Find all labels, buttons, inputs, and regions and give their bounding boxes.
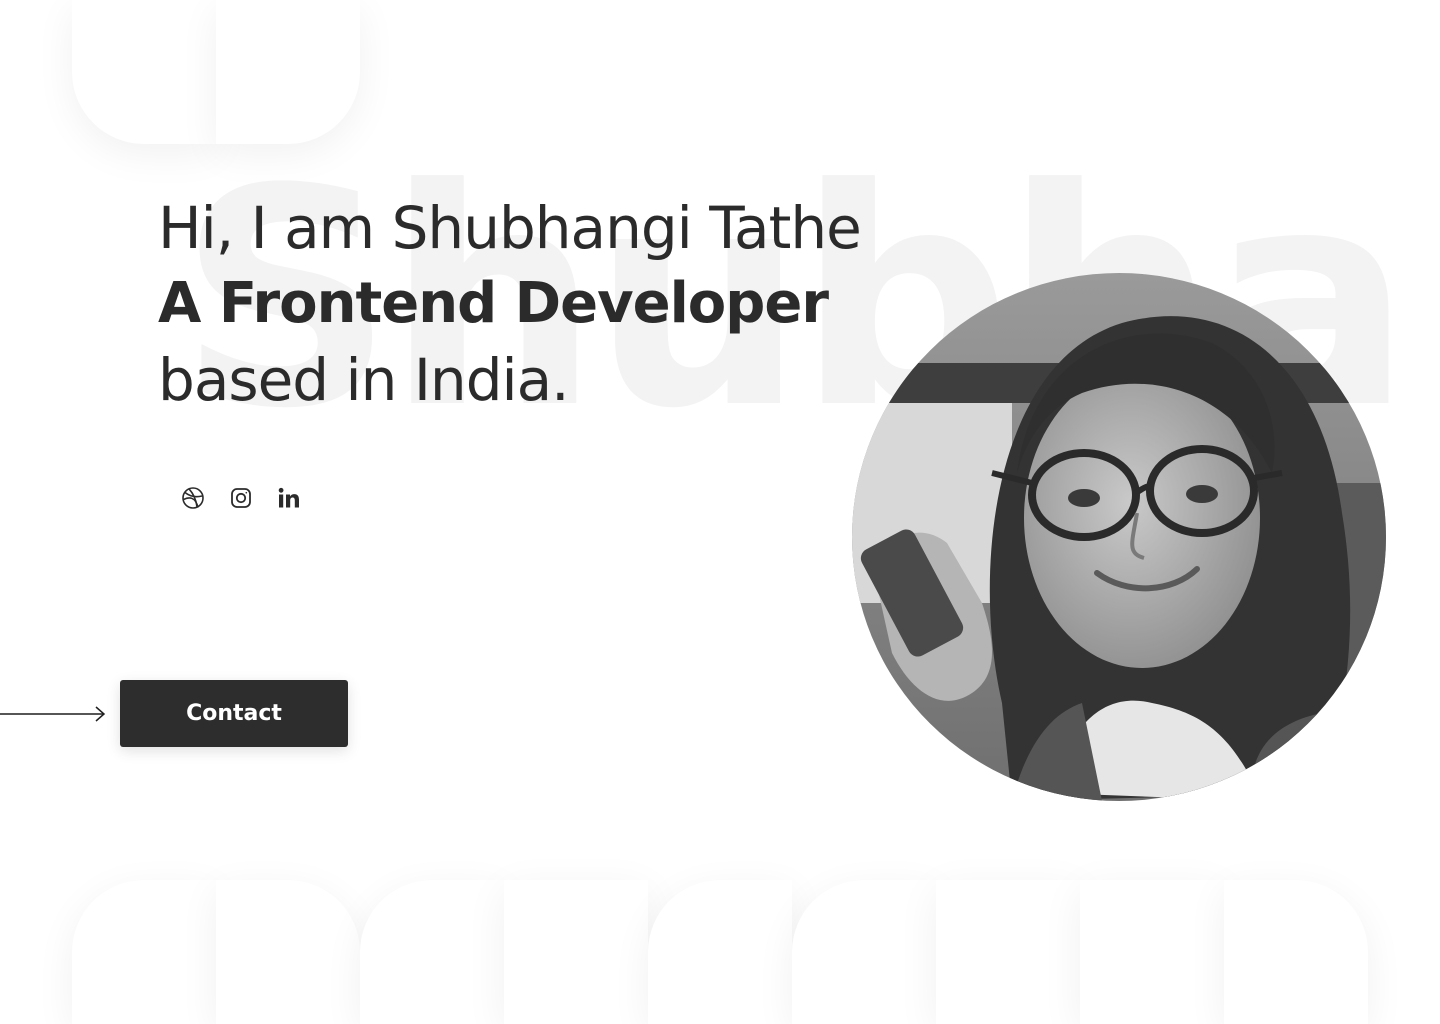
role-text: A Frontend Developer	[158, 271, 829, 336]
arrow-right-icon	[0, 706, 106, 722]
contact-button[interactable]: Contact	[120, 680, 348, 747]
greeting-text: Hi, I am Shubhangi Tathe	[158, 194, 862, 262]
instagram-link[interactable]	[228, 486, 254, 514]
decorative-tile	[72, 0, 216, 144]
decorative-tile	[936, 880, 1080, 1024]
decorative-tile-row	[72, 880, 1368, 1024]
dribbble-icon	[181, 486, 205, 514]
social-links	[180, 486, 302, 514]
dribbble-link[interactable]	[180, 486, 206, 514]
hero-headline: Hi, I am Shubhangi Tathe A Frontend Deve…	[158, 190, 862, 418]
profile-photo	[852, 273, 1386, 801]
decorative-tile	[504, 880, 648, 1024]
decorative-tile	[648, 880, 792, 1024]
decorative-tile	[216, 0, 360, 144]
decorative-tile	[1080, 880, 1224, 1024]
instagram-icon	[229, 486, 253, 514]
linkedin-link[interactable]	[276, 486, 302, 514]
decorative-tile	[1224, 880, 1368, 1024]
profile-photo-portrait	[852, 273, 1386, 801]
decorative-tile	[216, 880, 360, 1024]
location-text: based in India.	[158, 346, 570, 414]
decorative-tile	[792, 880, 936, 1024]
decorative-tile	[72, 880, 216, 1024]
decorative-tile	[360, 880, 504, 1024]
linkedin-icon	[277, 486, 301, 514]
